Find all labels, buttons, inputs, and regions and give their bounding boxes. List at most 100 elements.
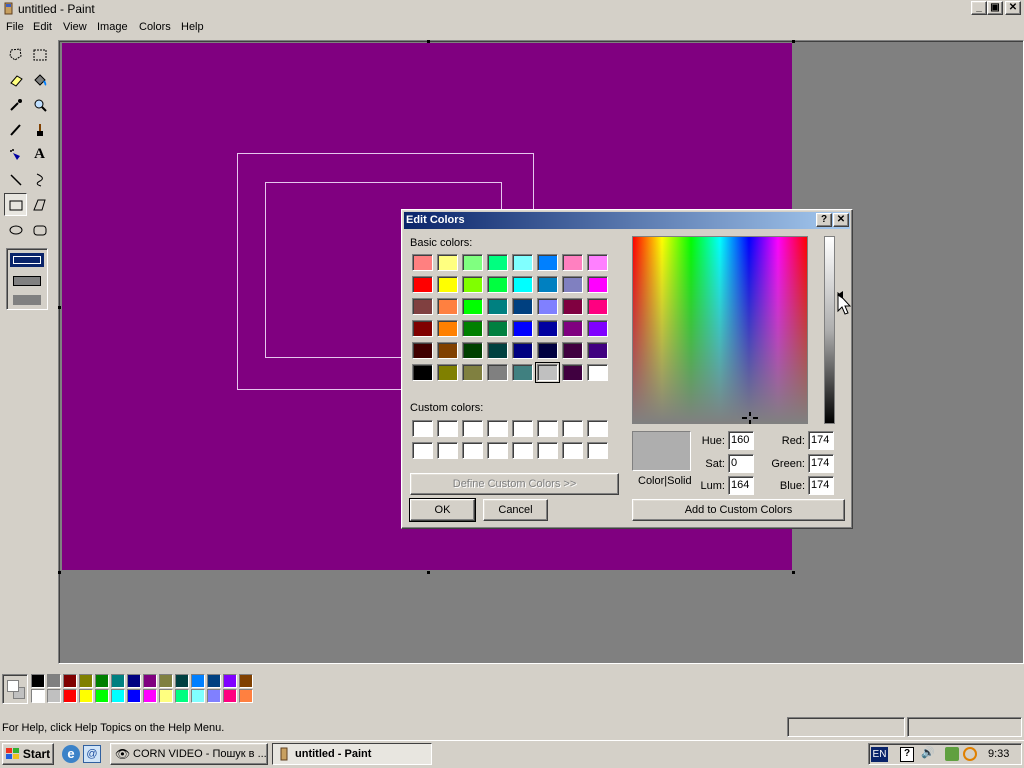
basic-color-swatch[interactable]: [537, 276, 558, 293]
resize-handle-left[interactable]: [58, 306, 61, 309]
curve-tool[interactable]: [28, 168, 51, 191]
basic-color-swatch[interactable]: [412, 364, 433, 381]
basic-color-swatch[interactable]: [537, 254, 558, 271]
custom-color-swatch[interactable]: [587, 420, 608, 437]
palette-swatch[interactable]: [31, 674, 45, 688]
hue-input[interactable]: 160: [728, 431, 754, 450]
custom-color-swatch[interactable]: [412, 442, 433, 459]
custom-color-swatch[interactable]: [437, 442, 458, 459]
minimize-button[interactable]: _: [971, 1, 987, 15]
palette-swatch[interactable]: [127, 689, 141, 703]
palette-swatch[interactable]: [239, 674, 253, 688]
palette-swatch[interactable]: [111, 674, 125, 688]
show-desktop-icon[interactable]: @: [83, 745, 101, 763]
start-button[interactable]: Start: [2, 743, 54, 765]
rectangle-tool[interactable]: [4, 193, 27, 216]
line-tool[interactable]: [4, 168, 27, 191]
basic-color-swatch[interactable]: [462, 342, 483, 359]
basic-color-swatch[interactable]: [412, 276, 433, 293]
basic-color-swatch[interactable]: [535, 362, 560, 383]
basic-color-swatch[interactable]: [537, 298, 558, 315]
basic-color-swatch[interactable]: [462, 298, 483, 315]
basic-color-swatch[interactable]: [562, 364, 583, 381]
custom-color-swatch[interactable]: [537, 442, 558, 459]
dialog-help-button[interactable]: ?: [816, 213, 832, 227]
basic-color-swatch[interactable]: [412, 254, 433, 271]
palette-swatch[interactable]: [175, 674, 189, 688]
magnifier-tool[interactable]: [28, 93, 51, 116]
sat-input[interactable]: 0: [728, 454, 754, 473]
custom-color-swatch[interactable]: [587, 442, 608, 459]
basic-color-swatch[interactable]: [487, 342, 508, 359]
ellipse-tool[interactable]: [4, 218, 27, 241]
fill-style-filled-outline-option[interactable]: [13, 276, 41, 286]
palette-swatch[interactable]: [159, 689, 173, 703]
basic-color-swatch[interactable]: [587, 320, 608, 337]
custom-color-swatch[interactable]: [562, 420, 583, 437]
basic-color-swatch[interactable]: [512, 320, 533, 337]
basic-color-swatch[interactable]: [512, 342, 533, 359]
basic-color-swatch[interactable]: [562, 254, 583, 271]
fill-tool[interactable]: [28, 68, 51, 91]
palette-swatch[interactable]: [95, 689, 109, 703]
resize-handle-bottom-left[interactable]: [58, 571, 61, 574]
select-tool[interactable]: [28, 43, 51, 66]
custom-color-swatch[interactable]: [487, 442, 508, 459]
volume-icon[interactable]: 🔊: [921, 746, 935, 759]
hue-saturation-spectrum[interactable]: [632, 236, 808, 424]
basic-color-swatch[interactable]: [587, 298, 608, 315]
basic-color-swatch[interactable]: [462, 364, 483, 381]
close-button[interactable]: ✕: [1005, 1, 1021, 15]
basic-color-swatch[interactable]: [537, 342, 558, 359]
palette-swatch[interactable]: [79, 689, 93, 703]
basic-color-swatch[interactable]: [487, 276, 508, 293]
fill-style-filled-option[interactable]: [13, 295, 41, 305]
basic-color-swatch[interactable]: [512, 276, 533, 293]
palette-swatch[interactable]: [223, 674, 237, 688]
define-custom-colors-button[interactable]: Define Custom Colors >>: [410, 473, 619, 495]
palette-swatch[interactable]: [191, 674, 205, 688]
basic-color-swatch[interactable]: [512, 254, 533, 271]
network-tray-icon[interactable]: [945, 747, 959, 761]
palette-swatch[interactable]: [79, 674, 93, 688]
language-indicator[interactable]: EN: [871, 747, 888, 762]
luminosity-slider[interactable]: [824, 236, 835, 424]
pick-color-tool[interactable]: [4, 93, 27, 116]
free-form-select-tool[interactable]: [4, 43, 27, 66]
menu-file[interactable]: File: [6, 21, 24, 33]
green-input[interactable]: 174: [808, 454, 834, 473]
palette-swatch[interactable]: [207, 689, 221, 703]
palette-swatch[interactable]: [239, 689, 253, 703]
basic-color-swatch[interactable]: [437, 254, 458, 271]
add-to-custom-colors-button[interactable]: Add to Custom Colors: [632, 499, 845, 521]
resize-handle-top[interactable]: [427, 40, 430, 43]
basic-color-swatch[interactable]: [412, 320, 433, 337]
brush-tool[interactable]: [28, 118, 51, 141]
basic-color-swatch[interactable]: [512, 364, 533, 381]
restore-button[interactable]: ▣: [987, 1, 1003, 15]
custom-color-swatch[interactable]: [512, 442, 533, 459]
basic-color-swatch[interactable]: [412, 298, 433, 315]
palette-swatch[interactable]: [47, 689, 61, 703]
basic-color-swatch[interactable]: [437, 276, 458, 293]
basic-color-swatch[interactable]: [587, 342, 608, 359]
blue-input[interactable]: 174: [808, 476, 834, 495]
custom-color-swatch[interactable]: [487, 420, 508, 437]
help-tray-icon[interactable]: ?: [900, 747, 914, 762]
palette-swatch[interactable]: [175, 689, 189, 703]
basic-color-swatch[interactable]: [562, 320, 583, 337]
luminosity-arrow-icon[interactable]: [837, 291, 843, 299]
basic-color-swatch[interactable]: [587, 276, 608, 293]
basic-color-swatch[interactable]: [437, 298, 458, 315]
palette-swatch[interactable]: [63, 689, 77, 703]
basic-color-swatch[interactable]: [562, 276, 583, 293]
menu-colors[interactable]: Colors: [139, 21, 171, 33]
custom-color-swatch[interactable]: [412, 420, 433, 437]
basic-color-swatch[interactable]: [462, 320, 483, 337]
palette-swatch[interactable]: [191, 689, 205, 703]
menu-view[interactable]: View: [63, 21, 87, 33]
menu-edit[interactable]: Edit: [33, 21, 52, 33]
rounded-rectangle-tool[interactable]: [28, 218, 51, 241]
basic-color-swatch[interactable]: [487, 364, 508, 381]
resize-handle-bottom[interactable]: [427, 571, 430, 574]
